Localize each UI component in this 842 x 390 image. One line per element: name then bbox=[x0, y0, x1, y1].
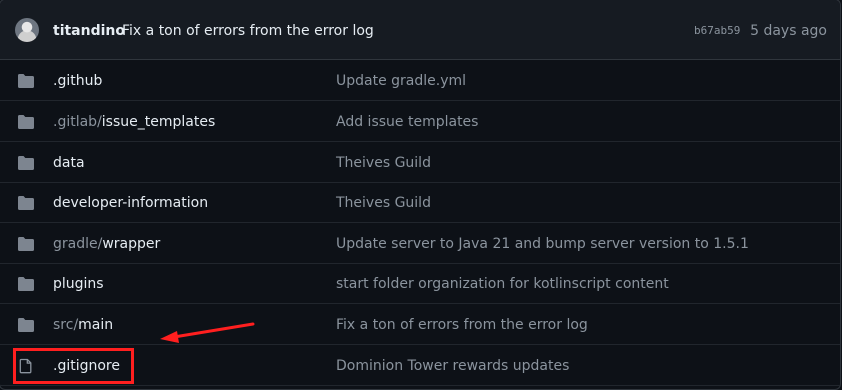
file-commit-message-link[interactable]: Theives Guild bbox=[336, 194, 431, 212]
latest-commit-header: titandino Fix a ton of errors from the e… bbox=[0, 0, 840, 60]
annotation-arrow-icon bbox=[160, 322, 255, 343]
author-avatar[interactable] bbox=[15, 18, 39, 42]
file-row-developer-information[interactable]: developer-information Theives Guild bbox=[0, 183, 840, 223]
file-name-link[interactable]: developer-information bbox=[53, 194, 208, 212]
file-row-data[interactable]: data Theives Guild bbox=[0, 143, 840, 183]
file-name-text: wrapper bbox=[102, 236, 161, 252]
file-commit-message-link[interactable]: Dominion Tower rewards updates bbox=[336, 357, 569, 375]
folder-icon bbox=[18, 115, 34, 129]
file-name-link[interactable]: gradle/wrapper bbox=[53, 235, 160, 253]
folder-icon bbox=[18, 237, 34, 251]
file-commit-message-link[interactable]: Update gradle.yml bbox=[336, 72, 466, 90]
file-commit-message-link[interactable]: start folder organization for kotlinscri… bbox=[336, 275, 669, 293]
file-row-gradle-wrapper[interactable]: gradle/wrapper Update server to Java 21 … bbox=[0, 224, 840, 264]
file-row-github[interactable]: .github Update gradle.yml bbox=[0, 61, 840, 101]
commit-time: 5 days ago bbox=[750, 23, 827, 39]
folder-icon bbox=[18, 156, 34, 170]
gitignore-highlight-box bbox=[13, 348, 134, 384]
path-prefix: .gitlab/ bbox=[53, 114, 102, 130]
file-name-text: plugins bbox=[53, 276, 104, 292]
folder-icon bbox=[18, 74, 34, 88]
file-commit-message-link[interactable]: Add issue templates bbox=[336, 113, 478, 131]
folder-icon bbox=[18, 277, 34, 291]
file-commit-message-link[interactable]: Fix a ton of errors from the error log bbox=[336, 316, 588, 334]
file-row-plugins[interactable]: plugins start folder organization for ko… bbox=[0, 264, 840, 304]
path-prefix: gradle/ bbox=[53, 236, 103, 252]
file-name-link[interactable]: .github bbox=[53, 72, 102, 90]
folder-icon bbox=[18, 196, 34, 210]
file-browser-frame: titandino Fix a ton of errors from the e… bbox=[0, 0, 841, 390]
file-name-text: data bbox=[53, 155, 85, 171]
file-commit-message-link[interactable]: Theives Guild bbox=[336, 154, 431, 172]
file-name-link[interactable]: src/main bbox=[53, 316, 113, 334]
file-name-link[interactable]: plugins bbox=[53, 275, 104, 293]
path-prefix: src/ bbox=[53, 317, 79, 333]
file-row-src-main[interactable]: src/main Fix a ton of errors from the er… bbox=[0, 305, 840, 345]
file-name-link[interactable]: data bbox=[53, 154, 85, 172]
commit-message-link[interactable]: Fix a ton of errors from the error log bbox=[122, 22, 374, 40]
file-name-text: .github bbox=[53, 73, 103, 89]
commit-author-link[interactable]: titandino bbox=[53, 22, 125, 40]
file-commit-message-link[interactable]: Update server to Java 21 and bump server… bbox=[336, 235, 749, 253]
file-row-issue-templates[interactable]: .gitlab/issue_templates Add issue templa… bbox=[0, 102, 840, 142]
commit-sha-link[interactable]: b67ab59 bbox=[694, 24, 740, 38]
file-name-text: main bbox=[78, 317, 114, 333]
file-name-text: issue_templates bbox=[101, 114, 216, 130]
file-name-text: developer-information bbox=[53, 195, 209, 211]
folder-icon bbox=[18, 318, 34, 332]
file-name-link[interactable]: .gitlab/issue_templates bbox=[53, 113, 215, 131]
